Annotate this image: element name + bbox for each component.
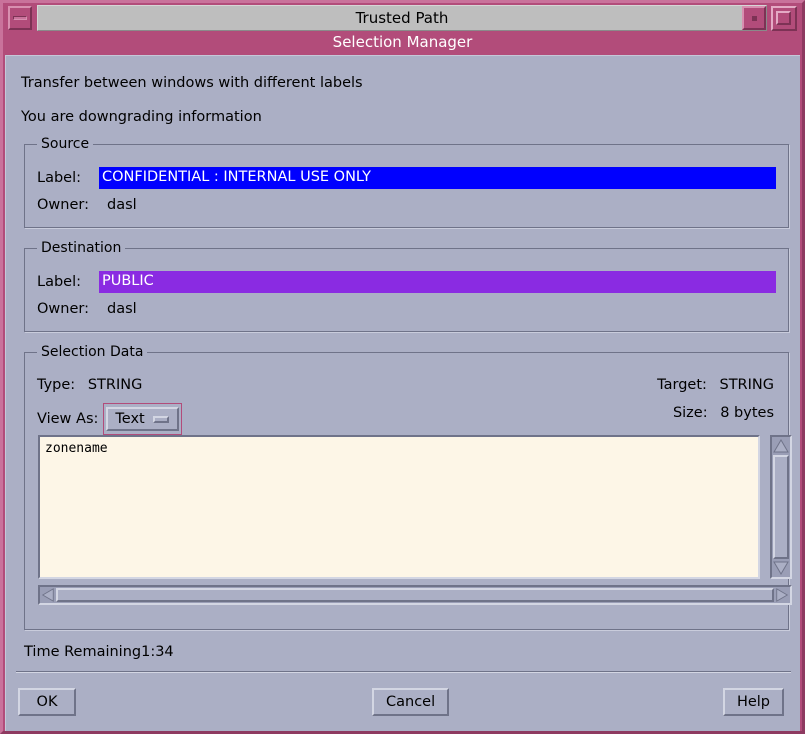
minimize-bar-icon [13, 16, 27, 20]
source-owner-row: Owner: dasl [37, 195, 137, 215]
source-owner-value: dasl [107, 197, 137, 213]
destination-label-value: PUBLIC [99, 271, 776, 293]
view-as-row: View As: Text [37, 403, 182, 435]
target-caption: Target: [657, 377, 707, 393]
source-group-label: Source [37, 136, 94, 152]
selection-data-textarea[interactable]: zonename [38, 435, 760, 579]
destination-label-row: Label: [37, 271, 99, 293]
restore-button[interactable] [742, 6, 766, 30]
target-value: STRING [719, 377, 775, 393]
source-label-row: Label: [37, 167, 99, 189]
trusted-path-titlebar: Trusted Path [3, 3, 802, 33]
view-as-value: Text [115, 411, 145, 427]
minimize-button[interactable] [8, 6, 32, 30]
scroll-left-arrow-icon[interactable] [41, 588, 55, 602]
destination-owner-row: Owner: dasl [37, 299, 137, 319]
time-remaining: Time Remaining1:34 [24, 644, 174, 660]
destination-owner-value: dasl [107, 301, 137, 317]
time-remaining-caption: Time Remaining [24, 644, 142, 660]
cancel-button[interactable]: Cancel [372, 688, 450, 716]
type-row: Type: STRING [37, 375, 142, 395]
maximize-button[interactable] [771, 6, 797, 31]
source-label-caption: Label: [37, 170, 82, 186]
destination-owner-caption: Owner: [37, 301, 89, 317]
vertical-scroll-thumb[interactable] [773, 455, 789, 559]
vertical-scrollbar[interactable] [770, 435, 792, 579]
option-menu-indicator-icon [152, 415, 169, 423]
destination-group-label: Destination [37, 240, 126, 256]
dialog-client-area: Transfer between windows with different … [5, 55, 800, 731]
source-owner-caption: Owner: [37, 197, 89, 213]
size-row: Size: 8 bytes [673, 403, 774, 423]
view-as-option-menu-highlight: Text [103, 403, 182, 435]
intro-line-1: Transfer between windows with different … [21, 75, 363, 91]
destination-group: Destination Label: PUBLIC Owner: dasl [24, 240, 789, 332]
source-group: Source Label: CONFIDENTIAL : INTERNAL US… [24, 136, 789, 228]
selection-data-group: Selection Data Type: STRING Target: STRI… [24, 344, 792, 630]
restore-square-icon [752, 16, 757, 21]
scroll-up-arrow-icon[interactable] [773, 438, 789, 454]
type-caption: Type: [37, 377, 76, 393]
scroll-down-arrow-icon[interactable] [773, 560, 789, 576]
type-value: STRING [87, 377, 143, 393]
size-caption: Size: [672, 405, 708, 421]
size-value: 8 bytes [720, 405, 774, 421]
trusted-path-title: Trusted Path [37, 5, 767, 31]
scroll-right-arrow-icon[interactable] [775, 588, 789, 602]
intro-line-2: You are downgrading information [21, 109, 262, 125]
ok-button[interactable]: OK [18, 688, 76, 716]
dialog-title: Selection Manager [3, 32, 802, 54]
selection-manager-window: Trusted Path Selection Manager Transfer … [0, 0, 805, 734]
help-button[interactable]: Help [722, 688, 784, 716]
maximize-square-icon [776, 11, 791, 25]
source-label-value: CONFIDENTIAL : INTERNAL USE ONLY [99, 167, 776, 189]
horizontal-scrollbar[interactable] [38, 585, 792, 605]
horizontal-scroll-thumb[interactable] [56, 588, 774, 602]
view-as-option-menu[interactable]: Text [106, 407, 179, 431]
time-remaining-value: 1:34 [141, 644, 174, 660]
destination-label-caption: Label: [37, 274, 82, 290]
button-area-separator [16, 671, 791, 673]
selection-data-group-label: Selection Data [37, 344, 148, 360]
view-as-caption: View As: [37, 411, 99, 427]
target-row: Target: STRING [657, 375, 774, 395]
